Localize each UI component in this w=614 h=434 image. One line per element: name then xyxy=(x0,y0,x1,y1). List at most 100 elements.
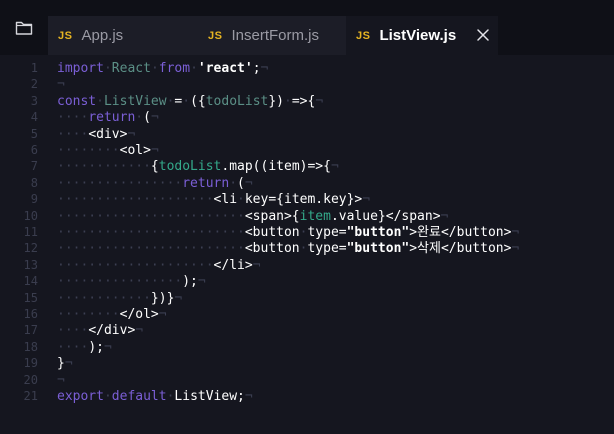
code-token: ; xyxy=(252,61,261,76)
code-line[interactable]: 1 import·React·from·'react';¬ xyxy=(0,60,614,77)
whitespace-marker: ························ xyxy=(57,241,245,257)
line-number: 1 xyxy=(30,61,38,75)
code-line[interactable]: 5 ····<div>¬ xyxy=(0,126,614,143)
code-token: >삭제</button> xyxy=(409,241,512,257)
code-line[interactable]: 16 ········</ol>¬ xyxy=(0,306,614,323)
line-code: ························<button·type="bu… xyxy=(57,224,519,241)
whitespace-marker: ¬ xyxy=(150,110,159,126)
code-line[interactable]: 11 ························<button·type="… xyxy=(0,224,614,241)
code-token: <button xyxy=(244,241,300,257)
code-line[interactable]: 2 ¬ xyxy=(0,76,614,93)
line-code: ····);¬ xyxy=(57,339,112,356)
whitespace-marker: · xyxy=(182,93,191,109)
whitespace-marker: · xyxy=(96,93,104,109)
code-line[interactable]: 13 ····················</li>¬ xyxy=(0,257,614,274)
whitespace-marker: ¬ xyxy=(315,93,324,109)
whitespace-marker: · xyxy=(237,192,245,208)
whitespace-marker: · xyxy=(135,110,144,126)
code-line[interactable]: 12 ························<button·type="… xyxy=(0,240,614,257)
code-token: from xyxy=(158,61,191,76)
editor-window: JS App.js JS InsertForm.js JS ListView.j… xyxy=(0,0,614,434)
code-token: key={item.key}> xyxy=(244,192,363,208)
code-token: ListView xyxy=(103,93,167,109)
code-token: =>{ xyxy=(291,93,316,109)
tab-label: ListView.js xyxy=(379,27,457,44)
line-number: 7 xyxy=(30,159,38,174)
code-token: todoList xyxy=(158,159,222,175)
line-code: ¬ xyxy=(57,76,65,93)
whitespace-marker: · xyxy=(150,61,159,76)
whitespace-marker: ···· xyxy=(57,339,89,355)
code-token: item xyxy=(299,208,331,224)
code-line[interactable]: 4 ····return·(¬ xyxy=(0,109,614,126)
code-token: ( xyxy=(143,110,151,126)
whitespace-marker: ················ xyxy=(57,175,183,191)
code-line[interactable]: 9 ····················<li·key={item.key}>… xyxy=(0,191,614,208)
code-token: "button" xyxy=(346,225,410,240)
code-token: type= xyxy=(307,241,347,257)
code-token: <div> xyxy=(88,126,128,142)
code-line[interactable]: 10 ························<span>{item.va… xyxy=(0,208,614,225)
tab-label: InsertForm.js xyxy=(231,27,319,44)
code-line[interactable]: 6 ········<ol>¬ xyxy=(0,142,614,159)
code-line[interactable]: 17 ····</div>¬ xyxy=(0,322,614,339)
line-code: ········</ol>¬ xyxy=(57,306,167,323)
code-line[interactable]: 7 ············{todoList.map((item)=>{¬ xyxy=(0,158,614,175)
line-code: }¬ xyxy=(57,355,73,372)
line-code: ········<ol>¬ xyxy=(57,142,159,159)
code-token: })} xyxy=(150,290,175,306)
js-file-icon: JS xyxy=(58,29,73,42)
whitespace-marker: ¬ xyxy=(260,61,269,76)
tab-insertform-js[interactable]: JS InsertForm.js xyxy=(198,16,346,55)
line-number: 19 xyxy=(23,356,38,371)
whitespace-marker: ¬ xyxy=(150,143,159,158)
code-token: } xyxy=(57,356,65,372)
code-line[interactable]: 21 export·default·ListView;¬ xyxy=(0,388,614,405)
js-file-icon: JS xyxy=(208,29,223,42)
whitespace-marker: · xyxy=(103,389,112,404)
code-line[interactable]: 14 ················);¬ xyxy=(0,273,614,290)
line-code: ························<span>{item.valu… xyxy=(57,208,448,225)
line-number: 13 xyxy=(23,257,38,272)
whitespace-marker: ········ xyxy=(57,143,120,158)
tab-listview-js[interactable]: JS ListView.js xyxy=(346,16,498,55)
code-token: { xyxy=(150,159,159,175)
code-token: .map((item)=>{ xyxy=(221,159,331,175)
code-token: todoList xyxy=(205,93,269,109)
line-code: ····</div>¬ xyxy=(57,322,143,339)
whitespace-marker: ················ xyxy=(57,274,183,290)
code-token: ); xyxy=(88,339,104,355)
code-editor[interactable]: 1 import·React·from·'react';¬ 2 ¬ 3 const·Lis… xyxy=(0,58,614,434)
whitespace-marker: ············ xyxy=(57,290,151,306)
whitespace-marker: ············ xyxy=(57,159,151,175)
whitespace-marker: ···· xyxy=(57,126,89,142)
whitespace-marker: ¬ xyxy=(362,192,371,208)
code-token: "button" xyxy=(346,241,410,257)
line-number: 18 xyxy=(23,339,38,354)
line-number: 2 xyxy=(30,77,38,92)
code-line[interactable]: 15 ············})}¬ xyxy=(0,290,614,307)
line-number: 6 xyxy=(30,143,38,157)
code-token: React xyxy=(111,61,151,76)
code-line[interactable]: 8 ················return·(¬ xyxy=(0,175,614,192)
code-token: >완료</button> xyxy=(409,225,512,240)
code-token: </div> xyxy=(88,323,136,339)
whitespace-marker: ········ xyxy=(57,307,120,322)
whitespace-marker: · xyxy=(190,61,198,76)
line-code: ············})}¬ xyxy=(57,290,182,307)
close-icon[interactable] xyxy=(476,28,490,42)
code-token: default xyxy=(111,389,167,404)
tab-app-js[interactable]: JS App.js xyxy=(48,16,198,55)
line-code: ················);¬ xyxy=(57,273,206,290)
code-token: return xyxy=(182,175,230,191)
code-token: const xyxy=(57,93,97,109)
code-line[interactable]: 20 ¬ xyxy=(0,372,614,389)
code-line[interactable]: 3 const·ListView·=·({todoList})·=>{¬ xyxy=(0,93,614,110)
code-line[interactable]: 18 ····);¬ xyxy=(0,339,614,356)
code-token: <li xyxy=(213,192,238,208)
explorer-button[interactable] xyxy=(10,16,38,40)
line-code: ················return·(¬ xyxy=(57,175,253,192)
line-code: export·default·ListView;¬ xyxy=(57,388,253,405)
code-token: import xyxy=(57,61,104,76)
code-line[interactable]: 19 }¬ xyxy=(0,355,614,372)
